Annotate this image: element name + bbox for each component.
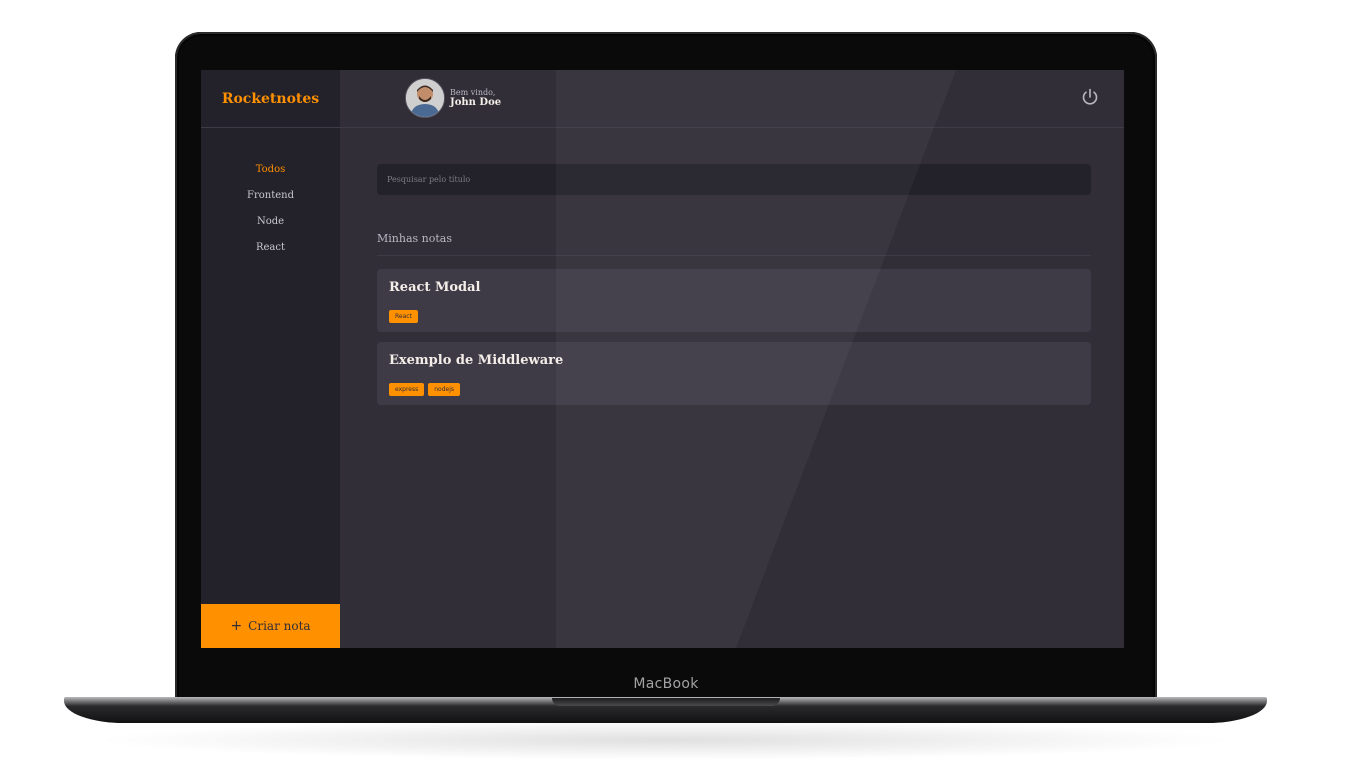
note-title: React Modal (389, 280, 481, 295)
header: Bem vindo, John Doe (340, 70, 1124, 128)
section-divider (377, 255, 1091, 256)
menu-item-node[interactable]: Node (201, 214, 340, 240)
device-label: MacBook (633, 676, 699, 692)
app-logo: Rocketnotes (201, 70, 340, 128)
sidebar: Rocketnotes Todos Frontend Node React + … (201, 70, 340, 648)
tag-filter-menu: Todos Frontend Node React (201, 162, 340, 266)
create-note-label: Criar nota (248, 619, 311, 633)
note-title: Exemplo de Middleware (389, 353, 564, 368)
plus-icon: + (230, 618, 243, 634)
note-tag: nodejs (428, 383, 461, 396)
app-screen: Rocketnotes Todos Frontend Node React + … (201, 70, 1124, 648)
device-shadow (90, 720, 1240, 760)
note-tag: React (389, 310, 418, 323)
create-note-button[interactable]: + Criar nota (201, 604, 340, 648)
avatar-icon (406, 79, 444, 117)
note-tags: React (389, 310, 418, 323)
note-card[interactable]: React Modal React (377, 269, 1091, 332)
section-title: Minhas notas (377, 232, 452, 245)
note-card[interactable]: Exemplo de Middleware express nodejs (377, 342, 1091, 405)
note-tag: express (389, 383, 425, 396)
laptop-hinge-notch (552, 698, 780, 706)
power-icon[interactable] (1080, 87, 1100, 107)
user-avatar[interactable] (405, 78, 445, 118)
menu-item-react[interactable]: React (201, 240, 340, 266)
menu-item-frontend[interactable]: Frontend (201, 188, 340, 214)
welcome-text: Bem vindo, (450, 88, 496, 97)
note-tags: express nodejs (389, 383, 461, 396)
user-name: John Doe (450, 97, 502, 108)
menu-item-todos[interactable]: Todos (201, 162, 340, 188)
search-input[interactable] (377, 164, 1091, 195)
